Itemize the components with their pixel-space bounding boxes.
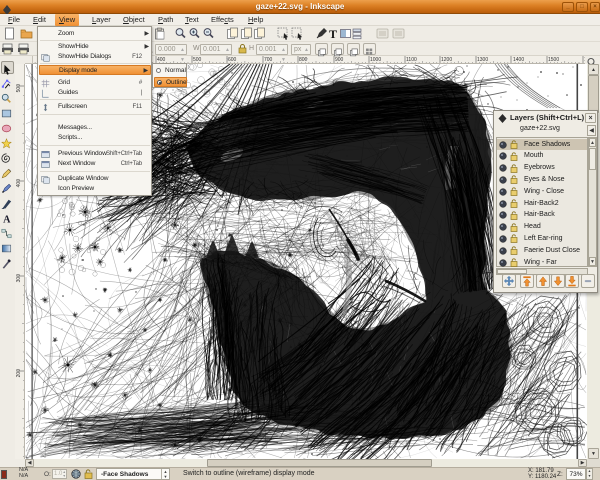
svg-text:700: 700 xyxy=(264,57,273,63)
svg-text:200: 200 xyxy=(16,369,22,378)
svg-text:1200: 1200 xyxy=(441,57,452,63)
svg-text:500: 500 xyxy=(16,84,22,93)
svg-text:T: T xyxy=(329,27,337,40)
svg-text:1600: 1600 xyxy=(584,57,585,63)
svg-text:500: 500 xyxy=(193,57,202,63)
svg-text:900: 900 xyxy=(335,57,344,63)
svg-text:A: A xyxy=(3,215,11,224)
svg-text:400: 400 xyxy=(16,179,22,188)
svg-text:300: 300 xyxy=(16,274,22,283)
svg-text:1000: 1000 xyxy=(370,57,381,63)
